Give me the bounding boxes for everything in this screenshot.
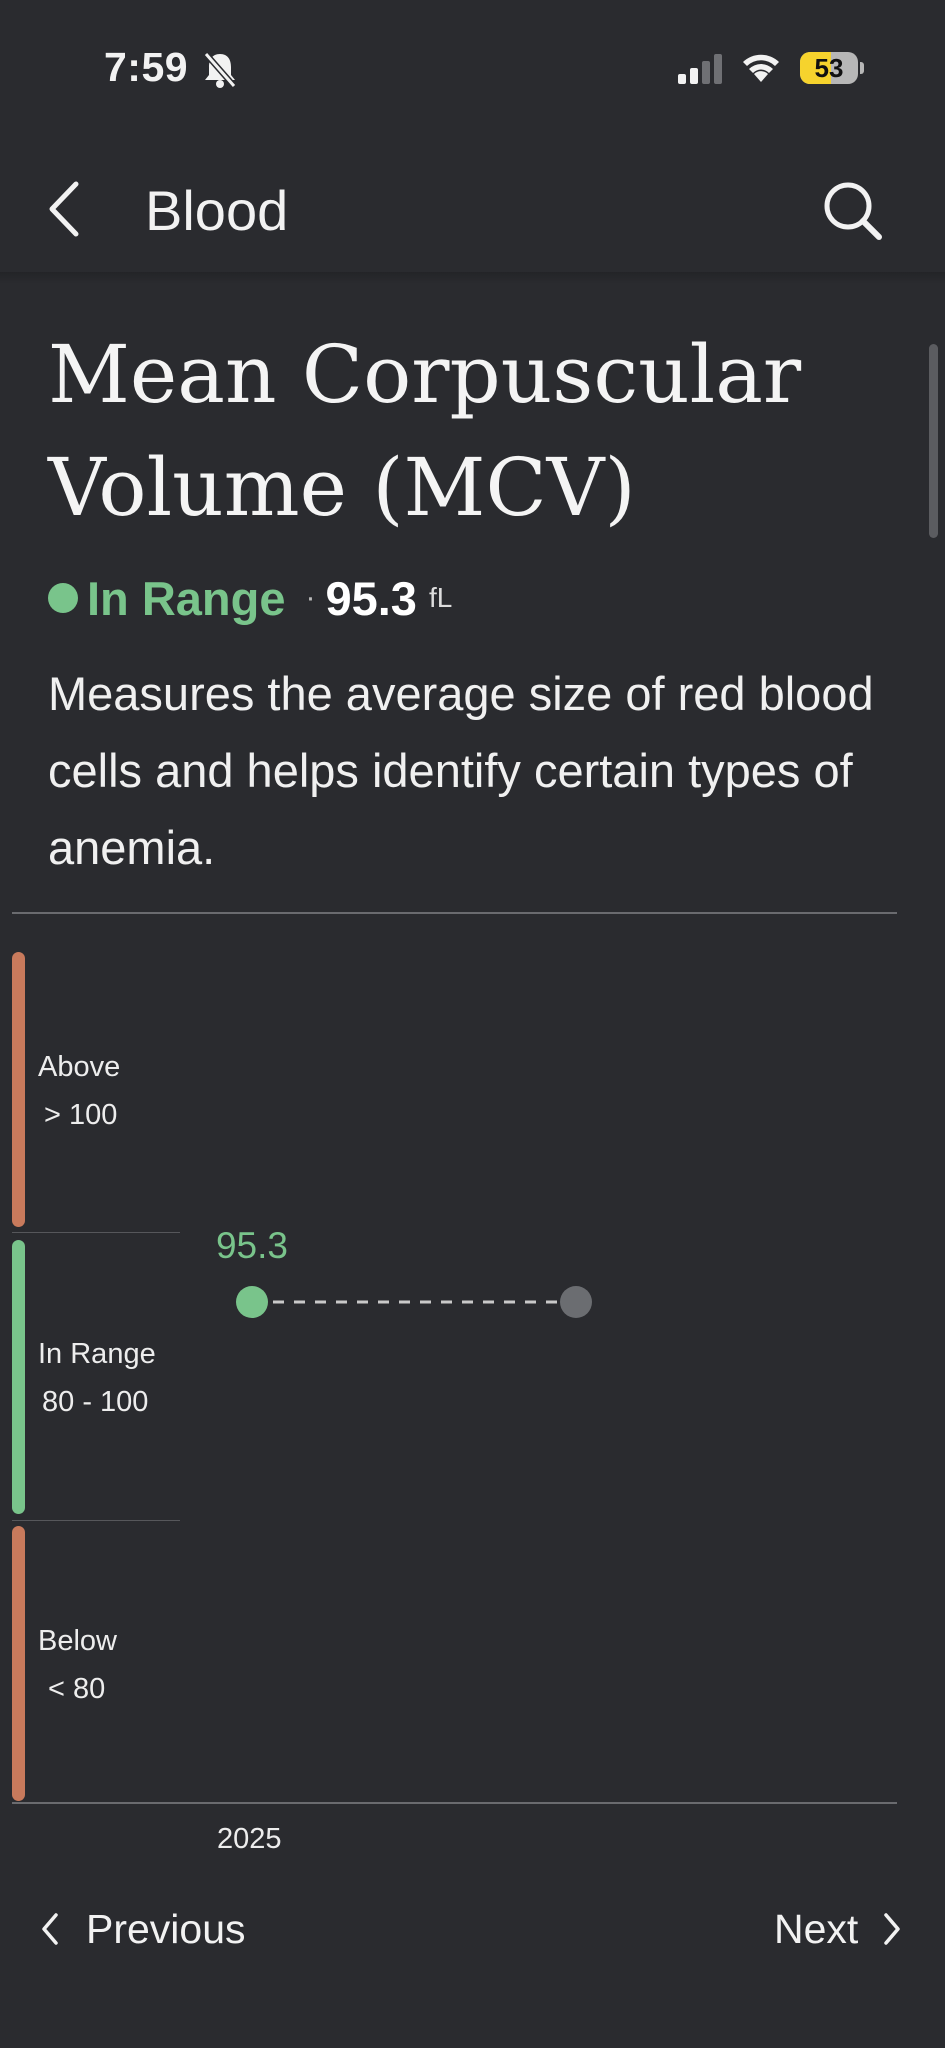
status-separator: · (305, 581, 316, 614)
placeholder-point (560, 1286, 592, 1318)
data-point[interactable] (236, 1286, 268, 1318)
page-title: Mean Corpuscular Volume (MCV) (48, 318, 848, 544)
status-label: In Range (87, 571, 286, 625)
bell-slash-icon (203, 52, 237, 88)
scrollbar[interactable] (929, 344, 938, 538)
search-icon[interactable] (822, 180, 884, 242)
wifi-icon (743, 54, 779, 82)
chevron-left-icon[interactable] (40, 1912, 60, 1946)
chevron-right-icon[interactable] (882, 1912, 902, 1946)
battery-nub (860, 62, 864, 74)
status-time: 7:59 (104, 44, 189, 90)
status-row: In Range · 95.3 fL (48, 568, 452, 628)
next-button[interactable]: Next (774, 1906, 858, 1953)
nav-title: Blood (145, 179, 289, 242)
page-title-line2: Volume (MCV) (48, 441, 636, 534)
status-dot (48, 583, 78, 613)
marker-value: 95.3 (325, 571, 417, 625)
previous-button[interactable]: Previous (86, 1906, 246, 1953)
x-tick-label: 2025 (217, 1823, 282, 1855)
marker-unit: fL (428, 582, 453, 613)
marker-description: Measures the average size of red blood c… (48, 667, 874, 874)
cellular-signal-icon (678, 54, 722, 84)
data-point-label: 95.3 (216, 1225, 288, 1266)
chart-plot: 95.3 (12, 1225, 897, 1804)
battery-level: 53 (814, 53, 844, 83)
chevron-left-icon[interactable] (46, 180, 82, 238)
page-title-line1: Mean Corpuscular (48, 328, 802, 421)
nav-shadow (0, 272, 945, 284)
battery-icon: 53 (800, 52, 858, 84)
